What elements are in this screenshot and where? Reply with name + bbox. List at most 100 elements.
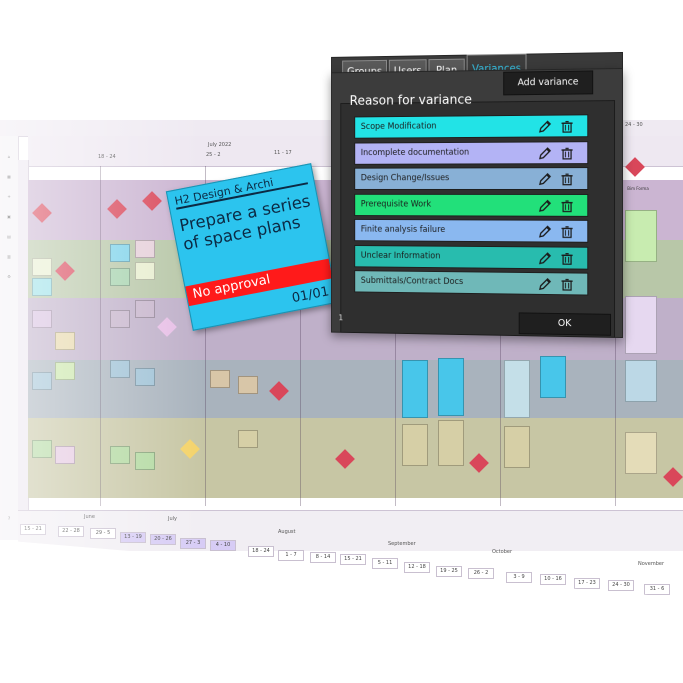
variance-row[interactable]: Finite analysis failure (354, 218, 589, 243)
task-note[interactable] (210, 370, 230, 388)
task-note[interactable] (32, 258, 52, 276)
delete-trash-icon[interactable] (561, 118, 574, 132)
grid-icon[interactable]: ▦ (4, 174, 14, 179)
timeline-week[interactable]: 22 - 28 (58, 526, 84, 537)
edit-pencil-icon[interactable] (538, 276, 552, 290)
task-note[interactable] (238, 376, 258, 394)
delete-trash-icon[interactable] (561, 145, 574, 159)
timeline-week[interactable]: 12 - 18 (404, 562, 430, 573)
variance-row[interactable]: Incomplete documentation (354, 140, 589, 165)
week-label: 24 - 30 (625, 122, 643, 128)
edit-pencil-icon[interactable] (538, 171, 552, 185)
task-note[interactable] (110, 360, 130, 378)
delete-trash-icon[interactable] (561, 276, 574, 290)
task-note[interactable] (135, 452, 155, 470)
timeline-week[interactable]: 27 - 3 (180, 538, 206, 549)
chart-icon[interactable]: ▥ (4, 254, 14, 259)
edit-pencil-icon[interactable] (538, 119, 552, 133)
task-note[interactable] (625, 360, 657, 402)
task-note[interactable] (540, 356, 566, 398)
card-status-text: No approval (191, 272, 272, 302)
task-note[interactable] (55, 332, 75, 350)
delete-trash-icon[interactable] (561, 224, 574, 238)
help-icon[interactable]: ? (4, 516, 14, 521)
task-note[interactable] (135, 368, 155, 386)
timeline-week[interactable]: 4 - 10 (210, 540, 236, 551)
task-note[interactable] (135, 240, 155, 258)
week-label: 11 - 17 (274, 150, 292, 156)
add-icon[interactable]: + (4, 194, 14, 199)
task-note[interactable] (32, 440, 52, 458)
task-note[interactable] (438, 358, 464, 416)
task-note[interactable] (402, 360, 428, 418)
timeline-week[interactable]: 20 - 26 (150, 534, 176, 545)
timeline-week[interactable]: 1 - 7 (278, 550, 304, 561)
page-number: 1 (338, 313, 344, 323)
timeline-week[interactable]: 26 - 2 (468, 568, 494, 579)
edit-pencil-icon[interactable] (538, 145, 552, 159)
timeline-bar: June July August September October Novem… (18, 510, 683, 567)
timeline-month: June (84, 514, 95, 520)
task-note[interactable] (135, 262, 155, 280)
task-card[interactable]: H2 Design & Archi Prepare a series of sp… (165, 163, 339, 331)
timeline-week[interactable]: 17 - 23 (574, 578, 600, 589)
edit-pencil-icon[interactable] (538, 224, 552, 238)
timeline-week[interactable]: 5 - 11 (372, 558, 398, 569)
task-note[interactable] (238, 430, 258, 448)
timeline-week[interactable]: 13 - 19 (120, 532, 146, 543)
timeline-week[interactable]: 10 - 16 (540, 574, 566, 585)
month-label: July 2022 (208, 142, 232, 148)
task-note[interactable] (32, 278, 52, 296)
print-icon[interactable]: ▤ (4, 234, 14, 239)
home-icon[interactable]: ⌂ (4, 154, 14, 159)
timeline-month: November (638, 561, 665, 567)
ok-button[interactable]: OK (518, 312, 612, 336)
task-note[interactable] (110, 310, 130, 328)
task-note[interactable] (55, 446, 75, 464)
timeline-month: October (492, 549, 513, 555)
variance-label: Submittals/Contract Docs (360, 276, 464, 288)
variance-row[interactable]: Scope Modification (354, 114, 589, 139)
task-note[interactable] (55, 362, 75, 380)
variance-row[interactable]: Design Change/Issues (354, 167, 589, 190)
timeline-week[interactable]: 19 - 25 (436, 566, 462, 577)
delete-trash-icon[interactable] (561, 197, 574, 211)
task-note[interactable] (110, 244, 130, 262)
variance-label: Prerequisite Work (360, 199, 432, 209)
variance-label: Design Change/Issues (360, 173, 450, 184)
task-note[interactable] (135, 300, 155, 318)
task-note[interactable] (110, 268, 130, 286)
delete-trash-icon[interactable] (561, 171, 574, 185)
timeline-week[interactable]: 18 - 24 (248, 546, 274, 557)
timeline-week[interactable]: 31 - 6 (644, 584, 670, 595)
settings-icon[interactable]: ⚙ (4, 274, 14, 279)
task-note[interactable] (625, 432, 657, 474)
task-note[interactable] (625, 210, 657, 262)
delete-trash-icon[interactable] (561, 250, 574, 264)
timeline-week[interactable]: 3 - 9 (506, 572, 532, 583)
task-note[interactable] (504, 360, 530, 418)
lock-icon[interactable]: ▣ (4, 214, 14, 219)
task-note[interactable] (32, 310, 52, 328)
timeline-week[interactable]: 8 - 14 (310, 552, 336, 563)
timeline-week[interactable]: 24 - 30 (608, 580, 634, 591)
task-note[interactable] (402, 424, 428, 466)
variance-row[interactable]: Submittals/Contract Docs (354, 270, 589, 296)
variance-row[interactable]: Unclear Information (354, 244, 589, 270)
panel-title: Reason for variance (349, 92, 472, 109)
timeline-week[interactable]: 15 - 21 (340, 554, 366, 565)
task-note[interactable] (438, 420, 464, 466)
add-variance-button[interactable]: Add variance (503, 70, 594, 96)
task-note[interactable] (110, 446, 130, 464)
variance-row[interactable]: Prerequisite Work (354, 193, 589, 217)
task-note[interactable] (504, 426, 530, 468)
week-divider (100, 166, 101, 506)
timeline-week[interactable]: 29 - 5 (90, 528, 116, 539)
timeline-week[interactable]: 15 - 21 (20, 524, 46, 535)
task-note[interactable] (32, 372, 52, 390)
edit-pencil-icon[interactable] (538, 250, 552, 264)
edit-pencil-icon[interactable] (538, 197, 552, 211)
task-note[interactable] (625, 296, 657, 354)
week-label: 18 - 24 (98, 154, 116, 160)
timeline-month: August (278, 529, 296, 535)
